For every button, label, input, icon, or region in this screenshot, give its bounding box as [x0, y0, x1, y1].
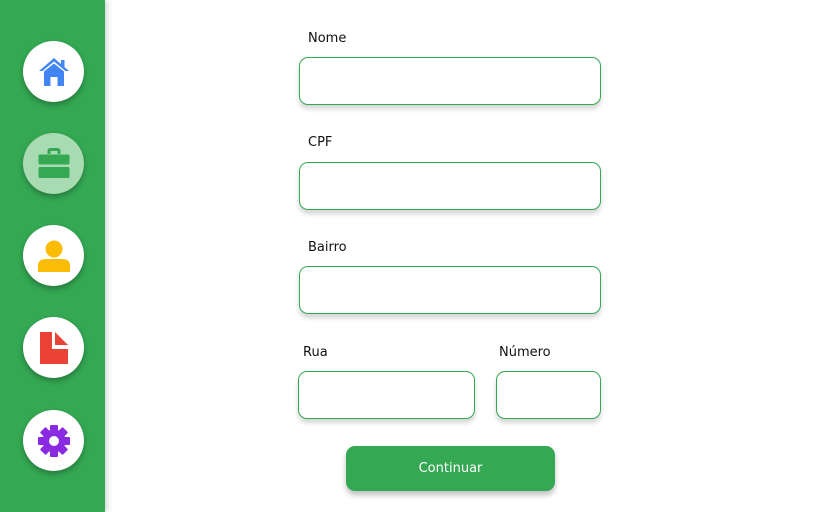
settings-icon: [37, 424, 71, 458]
briefcase-icon: [37, 147, 71, 180]
numero-input[interactable]: [496, 371, 601, 419]
numero-label: Número: [499, 345, 551, 360]
rua-input[interactable]: [298, 371, 475, 419]
rua-label: Rua: [303, 345, 328, 360]
user-icon: [37, 239, 71, 273]
nav-settings-button[interactable]: [23, 410, 84, 471]
continue-button[interactable]: Continuar: [346, 446, 555, 491]
cpf-input[interactable]: [299, 162, 601, 210]
home-icon: [37, 56, 71, 88]
nav-briefcase-button[interactable]: [23, 133, 84, 194]
cpf-label: CPF: [308, 135, 333, 150]
nav-home-button[interactable]: [23, 41, 84, 102]
nav-profile-button[interactable]: [23, 225, 84, 286]
nome-input[interactable]: [299, 57, 601, 105]
sidebar: [0, 0, 105, 512]
nav-document-button[interactable]: [23, 317, 84, 378]
nome-label: Nome: [308, 31, 347, 46]
document-icon: [39, 331, 69, 365]
bairro-label: Bairro: [308, 240, 347, 255]
bairro-input[interactable]: [299, 266, 601, 314]
